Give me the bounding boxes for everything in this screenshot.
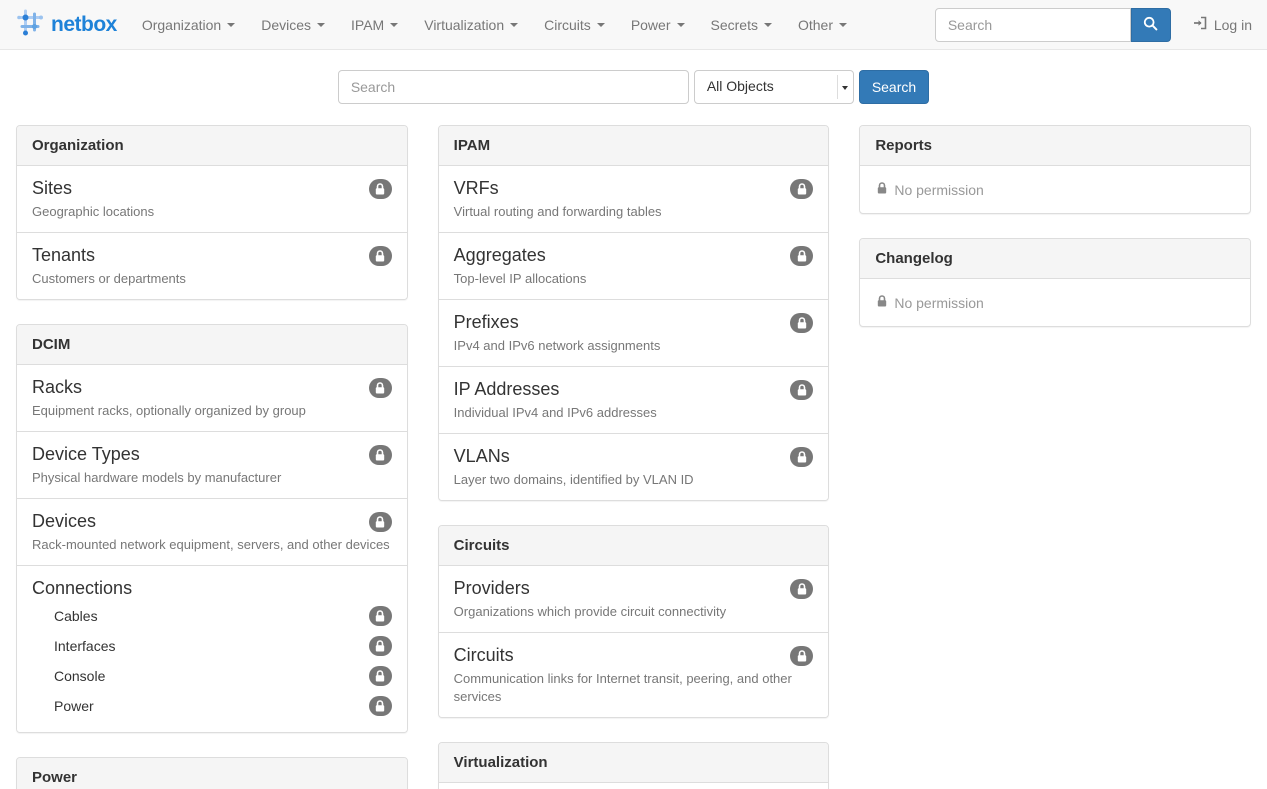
navbar-search-button[interactable] — [1131, 8, 1171, 42]
list-item-devices[interactable]: Devices Rack-mounted network equipment, … — [17, 499, 407, 566]
chevron-down-icon — [842, 86, 848, 90]
panel-title: Reports — [860, 126, 1250, 166]
list-item-prefixes[interactable]: Prefixes IPv4 and IPv6 network assignmen… — [439, 300, 829, 367]
dashboard-panels: Organization Sites Geographic locations … — [0, 125, 1267, 789]
nav-menu-ipam[interactable]: IPAM — [338, 1, 411, 49]
lock-badge — [790, 646, 813, 666]
chevron-down-icon — [677, 23, 685, 27]
chevron-down-icon — [597, 23, 605, 27]
list-item-circuits[interactable]: Circuits Communication links for Interne… — [439, 633, 829, 717]
top-navbar: netbox Organization Devices IPAM Virtual… — [0, 0, 1267, 50]
list-item-connections: Connections Cables Interfaces Console Po… — [17, 566, 407, 732]
nav-menu-circuits[interactable]: Circuits — [531, 1, 618, 49]
nav-menu-secrets[interactable]: Secrets — [698, 1, 785, 49]
sub-item-power[interactable]: Power — [32, 691, 392, 721]
panel-organization: Organization Sites Geographic locations … — [16, 125, 408, 300]
navbar-search-input[interactable] — [935, 8, 1131, 42]
login-link[interactable]: Log in — [1193, 16, 1252, 33]
panel-title: DCIM — [17, 325, 407, 365]
list-item-device-types[interactable]: Device Types Physical hardware models by… — [17, 432, 407, 499]
lock-badge — [790, 313, 813, 333]
sub-item-console[interactable]: Console — [32, 661, 392, 691]
lock-badge — [790, 246, 813, 266]
panel-title: Virtualization — [439, 743, 829, 783]
column-right: Reports No permission Changelog No permi… — [859, 125, 1251, 789]
lock-badge — [369, 512, 392, 532]
lock-badge — [369, 445, 392, 465]
panel-dcim: DCIM Racks Equipment racks, optionally o… — [16, 324, 408, 733]
panel-changelog: Changelog No permission — [859, 238, 1251, 327]
list-item-vlans[interactable]: VLANs Layer two domains, identified by V… — [439, 434, 829, 500]
lock-badge — [790, 179, 813, 199]
object-type-select[interactable]: All Objects — [694, 70, 854, 104]
login-label: Log in — [1214, 17, 1252, 33]
netbox-logo-icon — [15, 7, 45, 42]
panel-ipam: IPAM VRFs Virtual routing and forwarding… — [438, 125, 830, 501]
list-item-aggregates[interactable]: Aggregates Top-level IP allocations — [439, 233, 829, 300]
list-item-racks[interactable]: Racks Equipment racks, optionally organi… — [17, 365, 407, 432]
column-left: Organization Sites Geographic locations … — [16, 125, 408, 789]
lock-badge — [790, 447, 813, 467]
search-icon — [1143, 16, 1158, 34]
no-permission-notice: No permission — [860, 279, 1250, 326]
lock-badge — [790, 579, 813, 599]
nav-menu-virtualization[interactable]: Virtualization — [411, 1, 531, 49]
nav-menu-organization[interactable]: Organization — [129, 1, 248, 49]
lock-badge — [369, 696, 392, 716]
lock-badge — [369, 666, 392, 686]
panel-title: Changelog — [860, 239, 1250, 279]
main-menu: Organization Devices IPAM Virtualization… — [129, 1, 860, 49]
sign-in-icon — [1193, 16, 1208, 33]
list-item-vrfs[interactable]: VRFs Virtual routing and forwarding tabl… — [439, 166, 829, 233]
panel-title: Power — [17, 758, 407, 789]
lock-badge — [369, 636, 392, 656]
panel-circuits: Circuits Providers Organizations which p… — [438, 525, 830, 718]
panel-title: Organization — [17, 126, 407, 166]
lock-icon — [875, 181, 889, 198]
list-item-tenants[interactable]: Tenants Customers or departments — [17, 233, 407, 299]
chevron-down-icon — [390, 23, 398, 27]
chevron-down-icon — [317, 23, 325, 27]
panel-reports: Reports No permission — [859, 125, 1251, 214]
chevron-down-icon — [839, 23, 847, 27]
panel-power: Power — [16, 757, 408, 789]
netbox-home-link[interactable]: netbox — [15, 7, 117, 42]
no-permission-notice: No permission — [860, 166, 1250, 213]
lock-badge — [369, 246, 392, 266]
nav-menu-power[interactable]: Power — [618, 1, 698, 49]
nav-menu-other[interactable]: Other — [785, 1, 860, 49]
chevron-down-icon — [764, 23, 772, 27]
chevron-down-icon — [510, 23, 518, 27]
list-item-providers[interactable]: Providers Organizations which provide ci… — [439, 566, 829, 633]
lock-badge — [369, 179, 392, 199]
list-item-sites[interactable]: Sites Geographic locations — [17, 166, 407, 233]
panel-title: IPAM — [439, 126, 829, 166]
object-type-selected: All Objects — [707, 78, 774, 94]
sub-item-cables[interactable]: Cables — [32, 601, 392, 631]
search-button[interactable]: Search — [859, 70, 929, 104]
column-middle: IPAM VRFs Virtual routing and forwarding… — [438, 125, 830, 789]
chevron-down-icon — [227, 23, 235, 27]
panel-title: Circuits — [439, 526, 829, 566]
sub-item-interfaces[interactable]: Interfaces — [32, 631, 392, 661]
lock-badge — [790, 380, 813, 400]
lock-icon — [875, 294, 889, 311]
navbar-search-form — [935, 8, 1171, 42]
lock-badge — [369, 606, 392, 626]
nav-menu-devices[interactable]: Devices — [248, 1, 338, 49]
list-item-clusters[interactable]: Clusters — [439, 783, 829, 789]
lock-badge — [369, 378, 392, 398]
global-search-form: All Objects Search — [0, 70, 1267, 104]
search-input[interactable] — [338, 70, 689, 104]
brand-name: netbox — [51, 13, 117, 37]
panel-virtualization: Virtualization Clusters — [438, 742, 830, 789]
list-item-ip-addresses[interactable]: IP Addresses Individual IPv4 and IPv6 ad… — [439, 367, 829, 434]
